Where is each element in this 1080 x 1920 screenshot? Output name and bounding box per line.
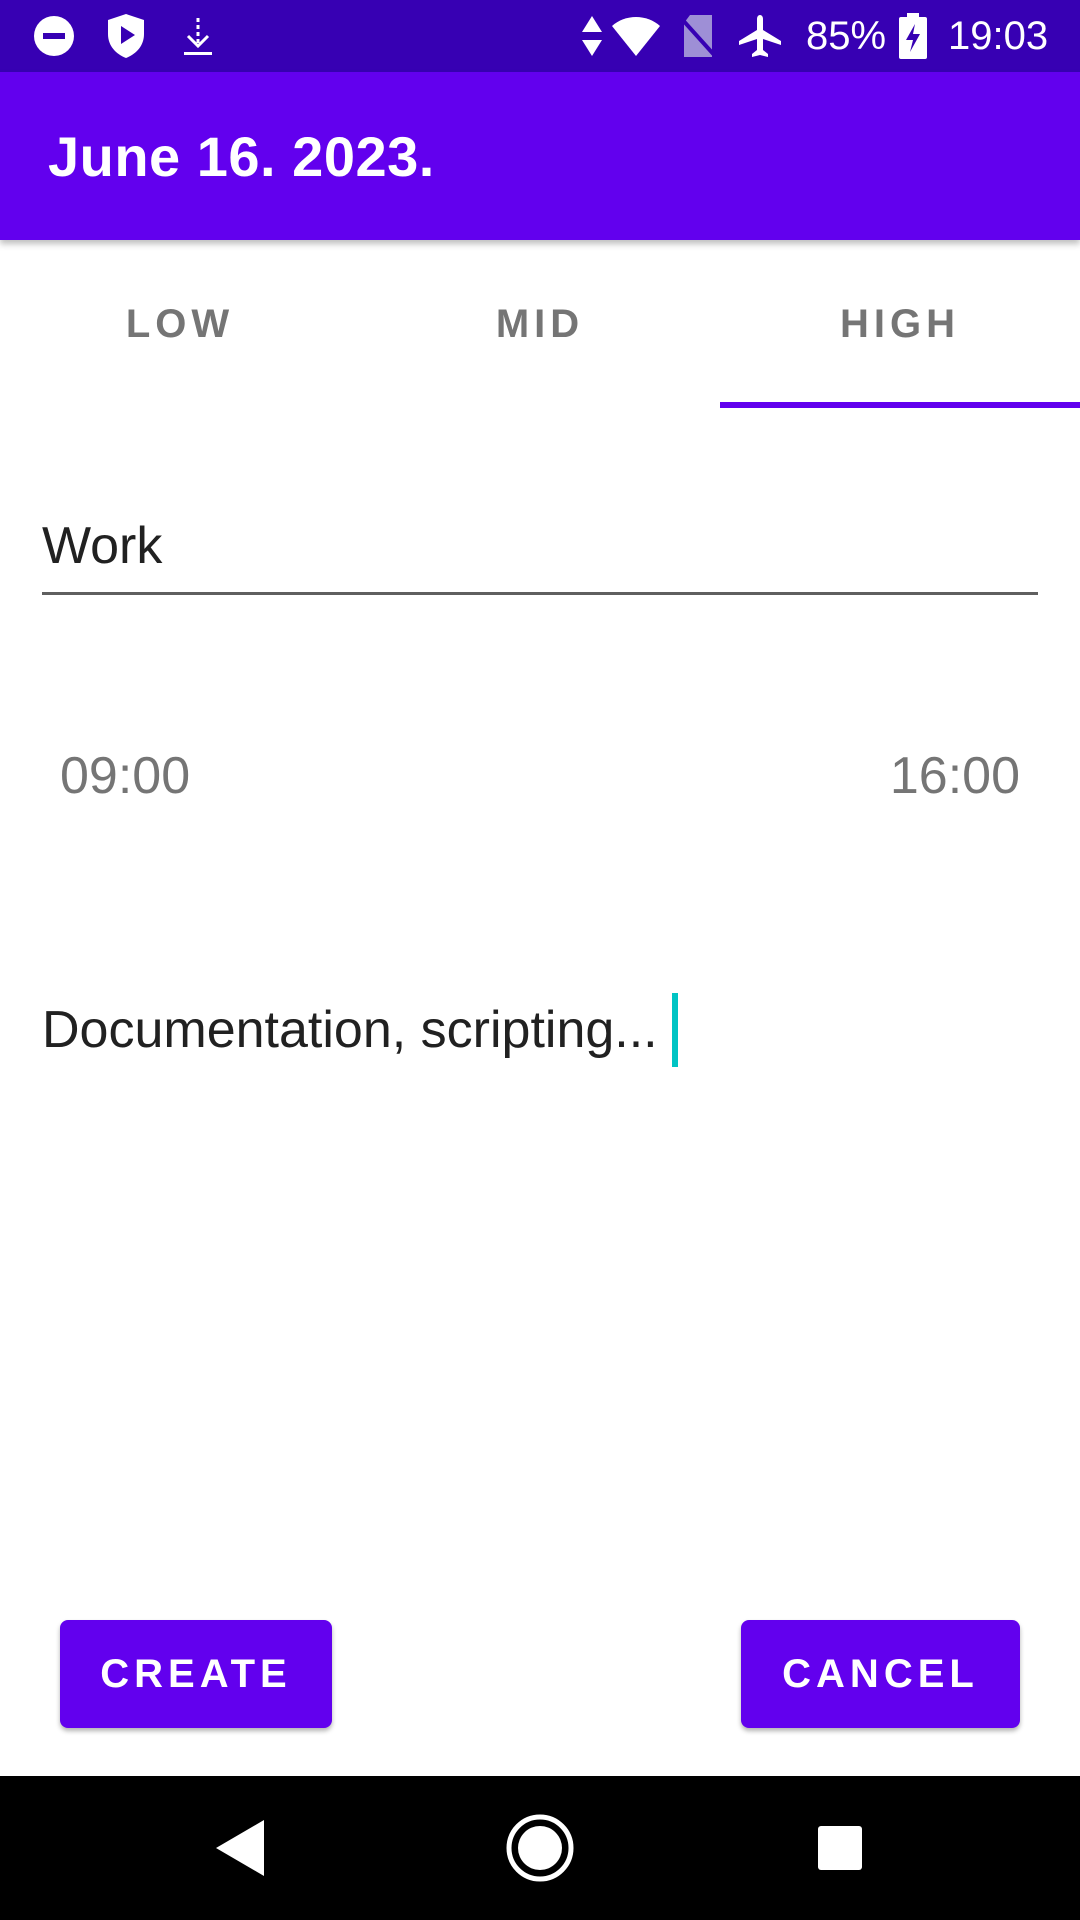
- tab-high[interactable]: HIGH: [720, 240, 1080, 408]
- navigation-bar: [0, 1776, 1080, 1920]
- do-not-disturb-icon: [30, 12, 78, 60]
- description-text: Documentation, scripting...: [42, 1001, 658, 1059]
- download-icon: [174, 12, 222, 60]
- priority-tabs: LOW MID HIGH: [0, 240, 1080, 408]
- tab-indicator: [720, 402, 1080, 408]
- tab-low[interactable]: LOW: [0, 240, 360, 408]
- cancel-button[interactable]: CANCEL: [741, 1620, 1020, 1728]
- clock: 19:03: [948, 13, 1049, 58]
- status-bar: 85% 19:03: [0, 0, 1080, 72]
- end-time-field[interactable]: 16:00: [890, 740, 1020, 812]
- create-button[interactable]: CREATE: [60, 1620, 332, 1728]
- page-title: June 16. 2023.: [48, 124, 435, 188]
- start-time-field[interactable]: 09:00: [60, 740, 190, 812]
- data-arrows-icon: [578, 12, 606, 60]
- home-icon[interactable]: [492, 1800, 588, 1896]
- back-icon[interactable]: [192, 1800, 288, 1896]
- no-sim-icon: [676, 12, 720, 60]
- shield-play-icon: [102, 12, 150, 60]
- airplane-icon: [736, 12, 784, 60]
- recents-icon[interactable]: [792, 1800, 888, 1896]
- title-input[interactable]: Work: [42, 500, 1038, 595]
- battery-percentage: 85%: [806, 13, 887, 58]
- screen: 85% 19:03 June 16. 2023. LOW MID HIGH Wo…: [0, 0, 1080, 1920]
- battery-charging-icon: [896, 12, 930, 60]
- app-bar: June 16. 2023.: [0, 72, 1080, 240]
- wifi-icon: [608, 12, 664, 60]
- tab-mid[interactable]: MID: [360, 240, 720, 408]
- description-input[interactable]: Documentation, scripting...: [42, 990, 678, 1070]
- text-cursor: [671, 993, 678, 1067]
